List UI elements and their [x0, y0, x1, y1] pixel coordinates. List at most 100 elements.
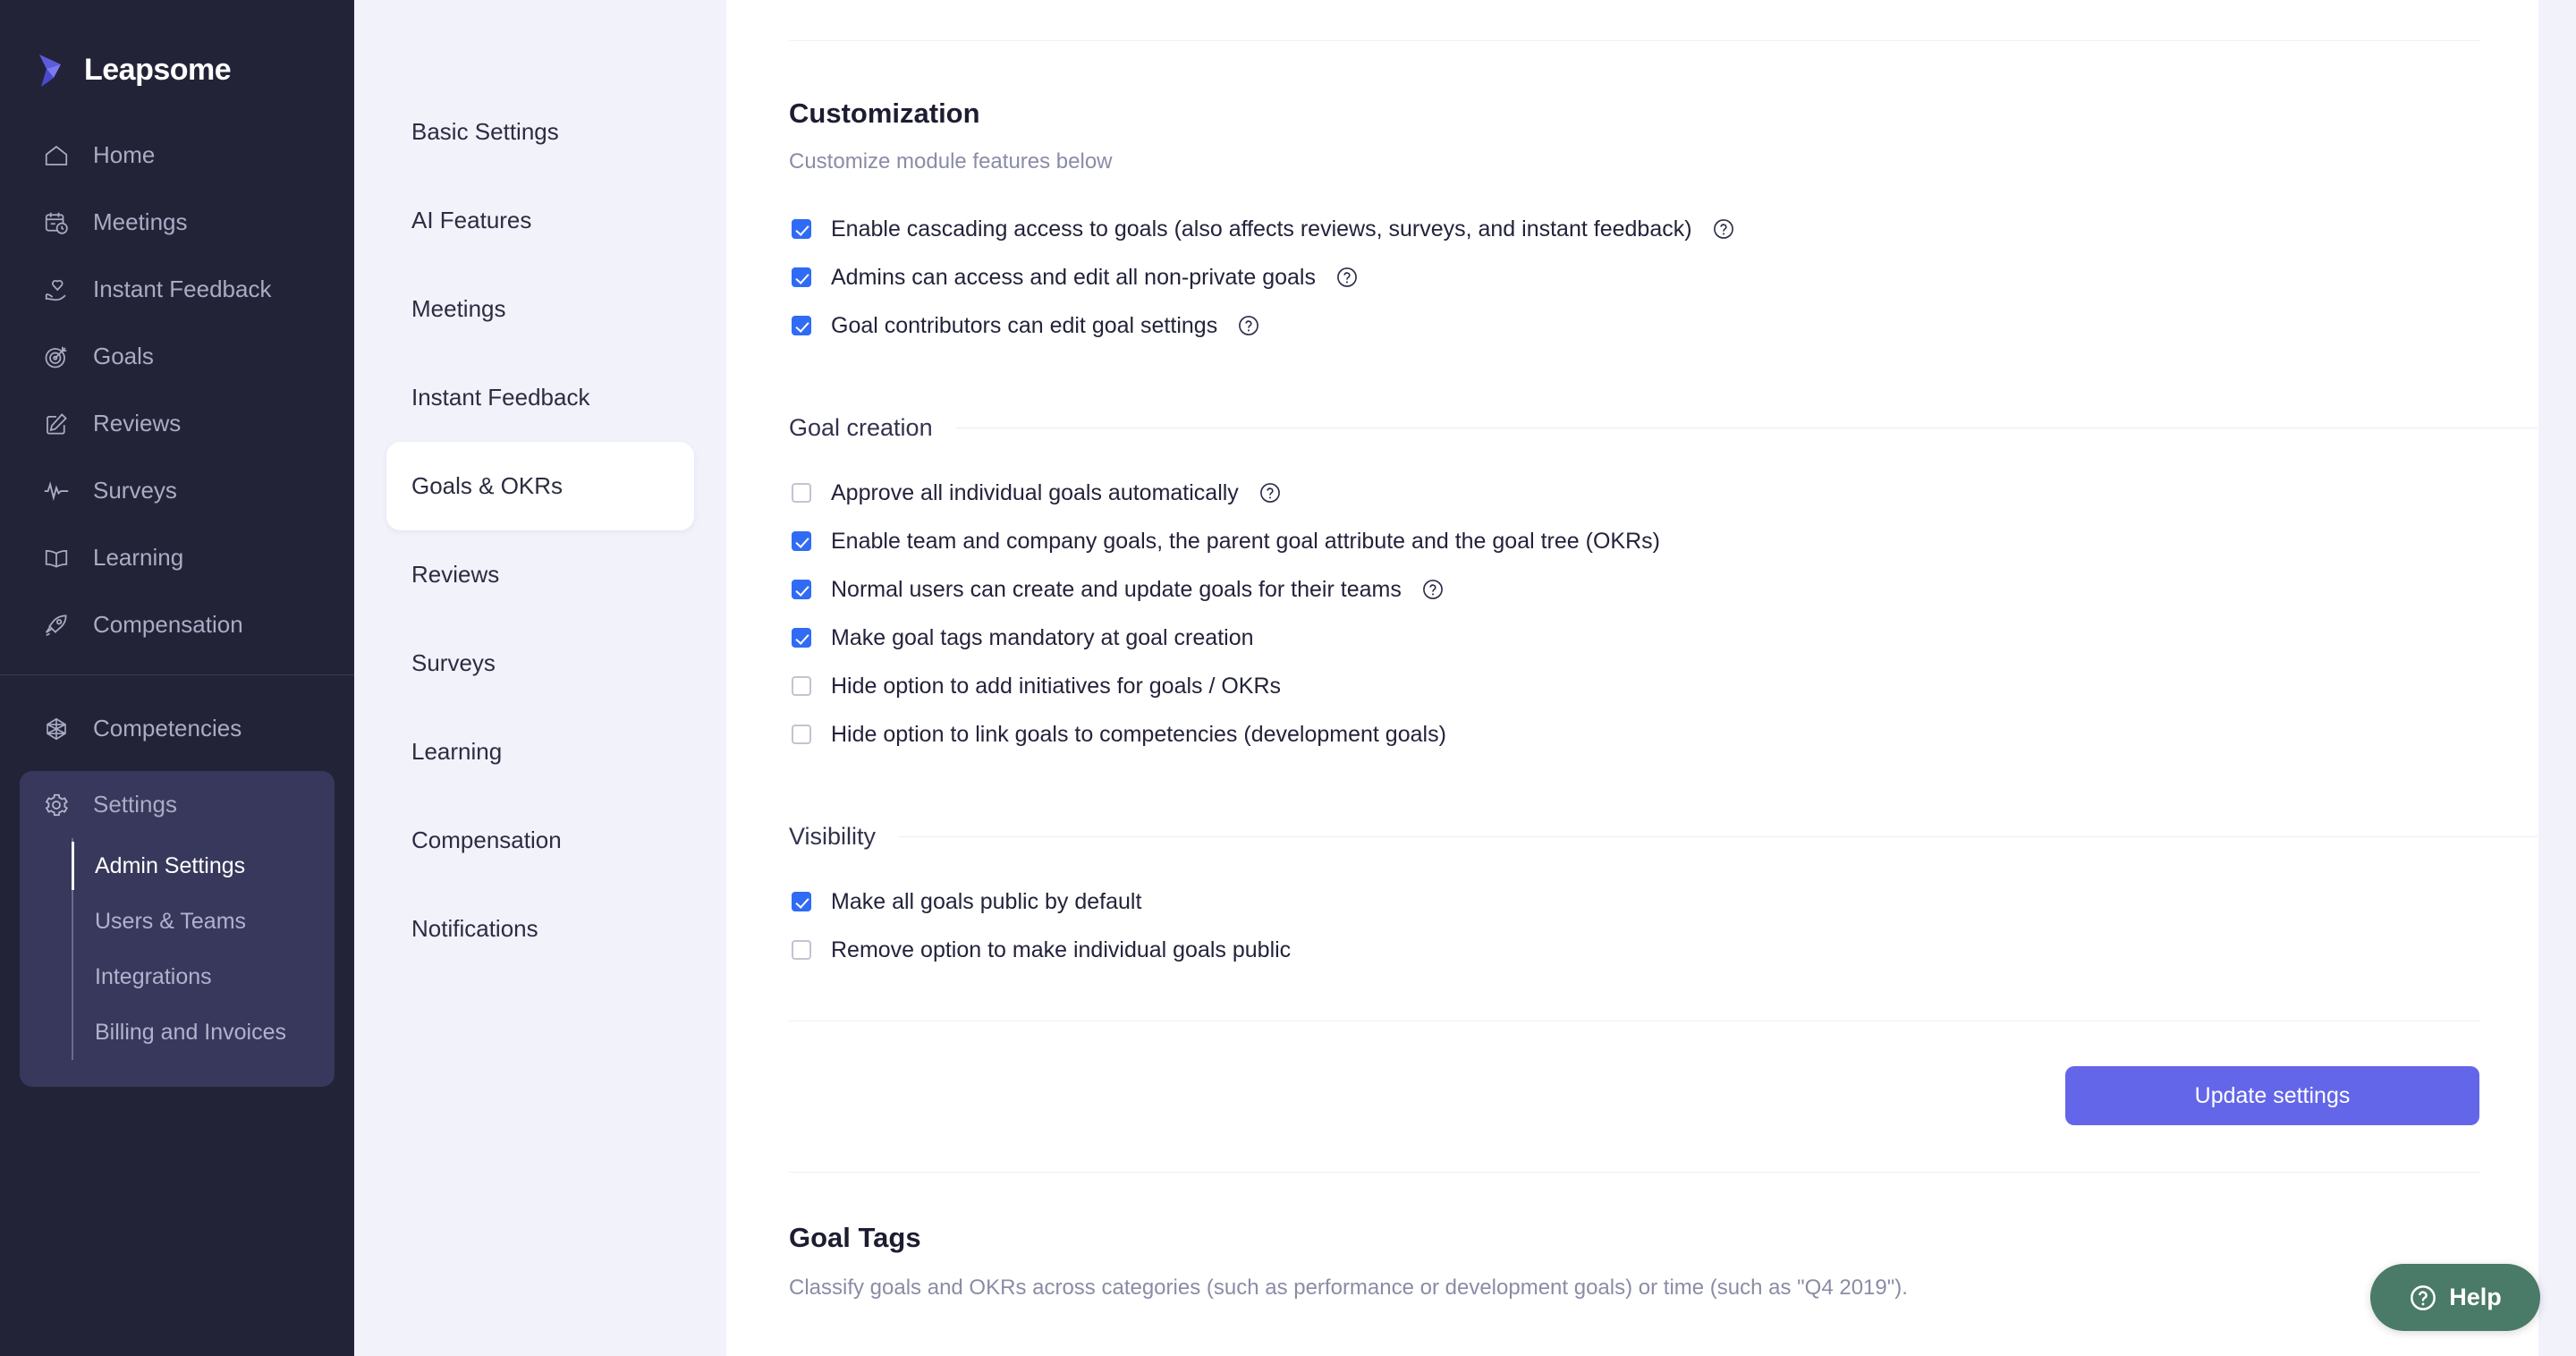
subnav-item-ai-features[interactable]: AI Features: [386, 176, 694, 265]
checkbox-goal-contributors-edit-settings[interactable]: [792, 316, 811, 335]
primary-nav-group: Home Meetings Instant Feedback Goals Rev…: [0, 100, 354, 658]
option-label[interactable]: Approve all individual goals automatical…: [831, 480, 1239, 506]
subnav-item-learning[interactable]: Learning: [386, 708, 694, 796]
help-circle-icon[interactable]: [1258, 481, 1282, 504]
goal-creation-header: Goal creation: [789, 414, 2538, 442]
subnav-item-label: Goals & OKRs: [411, 472, 564, 499]
option-label[interactable]: Enable cascading access to goals (also a…: [831, 216, 1692, 242]
sidebar-item-admin-settings[interactable]: Admin Settings: [72, 838, 335, 894]
help-button[interactable]: Help: [2370, 1264, 2540, 1331]
subnav-item-label: Reviews: [411, 561, 500, 588]
sidebar-settings-block: Settings Admin Settings Users & Teams In…: [20, 771, 335, 1087]
option-label[interactable]: Normal users can create and update goals…: [831, 577, 1402, 603]
edit-square-icon: [41, 409, 72, 439]
subnav-item-label: Learning: [411, 738, 503, 765]
subnav-item-basic-settings[interactable]: Basic Settings: [386, 88, 694, 176]
sidebar-item-label: Surveys: [93, 477, 177, 504]
checkbox-enable-cascading-access[interactable]: [792, 219, 811, 239]
sidebar-item-home[interactable]: Home: [0, 122, 354, 189]
option-row: Enable cascading access to goals (also a…: [789, 205, 2538, 253]
sidebar-item-instant-feedback[interactable]: Instant Feedback: [0, 256, 354, 323]
subnav-item-reviews[interactable]: Reviews: [386, 530, 694, 619]
option-row: Enable team and company goals, the paren…: [789, 517, 2538, 565]
option-label[interactable]: Goal contributors can edit goal settings: [831, 313, 1217, 339]
option-row: Hide option to add initiatives for goals…: [789, 662, 2538, 710]
sidebar-item-label: Home: [93, 141, 156, 168]
settings-subnav: Basic Settings AI Features Meetings Inst…: [354, 0, 726, 1356]
option-row: Admins can access and edit all non-priva…: [789, 253, 2538, 301]
option-label[interactable]: Make all goals public by default: [831, 889, 1141, 915]
secondary-nav-group: Competencies Settings Admin Settings Use…: [0, 675, 354, 1087]
option-label[interactable]: Remove option to make individual goals p…: [831, 937, 1291, 963]
checkbox-approve-all-individual-goals[interactable]: [792, 483, 811, 503]
subnav-item-label: Meetings: [411, 295, 506, 322]
rocket-icon: [41, 610, 72, 640]
checkbox-admins-access-non-private-goals[interactable]: [792, 267, 811, 287]
option-label[interactable]: Hide option to add initiatives for goals…: [831, 674, 1281, 699]
primary-sidebar: Leapsome Home Meetings Instant Feedback: [0, 0, 354, 1356]
settings-panel: Customization Customize module features …: [789, 40, 2538, 1301]
customization-options: Enable cascading access to goals (also a…: [789, 205, 2538, 350]
option-label[interactable]: Admins can access and edit all non-priva…: [831, 265, 1316, 291]
subnav-item-label: AI Features: [411, 207, 532, 233]
brand[interactable]: Leapsome: [0, 0, 354, 100]
subnav-item-meetings[interactable]: Meetings: [386, 265, 694, 353]
checkbox-remove-individual-public-option[interactable]: [792, 940, 811, 960]
sidebar-subitem-label: Admin Settings: [95, 852, 246, 878]
pulse-icon: [41, 476, 72, 506]
calendar-clock-icon: [41, 208, 72, 238]
update-settings-button[interactable]: Update settings: [2065, 1066, 2479, 1125]
leapsome-bird-logo-icon: [34, 51, 72, 89]
subnav-item-label: Compensation: [411, 826, 562, 853]
sidebar-subitem-label: Billing and Invoices: [95, 1019, 287, 1045]
goal-creation-options: Approve all individual goals automatical…: [789, 469, 2538, 759]
subnav-item-compensation[interactable]: Compensation: [386, 796, 694, 885]
help-circle-icon[interactable]: [1712, 217, 1735, 241]
sidebar-item-billing-and-invoices[interactable]: Billing and Invoices: [73, 1004, 335, 1060]
option-row: Goal contributors can edit goal settings: [789, 301, 2538, 350]
help-circle-icon[interactable]: [1237, 314, 1260, 337]
sidebar-item-reviews[interactable]: Reviews: [0, 390, 354, 457]
subnav-item-label: Notifications: [411, 915, 538, 942]
sidebar-item-integrations[interactable]: Integrations: [73, 949, 335, 1004]
option-label[interactable]: Make goal tags mandatory at goal creatio…: [831, 625, 1254, 651]
subnav-item-label: Basic Settings: [411, 118, 559, 145]
subnav-item-surveys[interactable]: Surveys: [386, 619, 694, 708]
actions-row: Update settings: [789, 1066, 2479, 1125]
sidebar-item-label: Meetings: [93, 208, 188, 235]
option-row: Hide option to link goals to competencie…: [789, 710, 2538, 759]
checkbox-make-all-goals-public[interactable]: [792, 892, 811, 911]
checkbox-hide-link-goals-competencies[interactable]: [792, 725, 811, 744]
sidebar-item-settings[interactable]: Settings: [20, 771, 335, 838]
option-label[interactable]: Hide option to link goals to competencie…: [831, 722, 1446, 748]
open-book-icon: [41, 543, 72, 573]
sidebar-item-competencies[interactable]: Competencies: [0, 695, 354, 762]
subnav-item-instant-feedback[interactable]: Instant Feedback: [386, 353, 694, 442]
checkbox-make-goal-tags-mandatory[interactable]: [792, 628, 811, 648]
sidebar-item-compensation[interactable]: Compensation: [0, 591, 354, 658]
checkbox-enable-team-company-goals[interactable]: [792, 531, 811, 551]
app-root: Leapsome Home Meetings Instant Feedback: [0, 0, 2576, 1356]
sidebar-item-users-teams[interactable]: Users & Teams: [73, 894, 335, 949]
customization-title: Customization: [789, 97, 980, 129]
option-label[interactable]: Enable team and company goals, the paren…: [831, 529, 1660, 555]
help-circle-icon[interactable]: [1335, 266, 1359, 289]
subnav-item-goals-okrs[interactable]: Goals & OKRs: [386, 442, 694, 530]
sidebar-item-goals[interactable]: Goals: [0, 323, 354, 390]
help-button-label: Help: [2449, 1284, 2502, 1310]
checkbox-normal-users-create-team-goals[interactable]: [792, 580, 811, 599]
option-row: Make goal tags mandatory at goal creatio…: [789, 614, 2538, 662]
sidebar-item-label: Learning: [93, 544, 184, 571]
checkbox-hide-initiatives-option[interactable]: [792, 676, 811, 696]
sidebar-item-meetings[interactable]: Meetings: [0, 189, 354, 256]
actions-bottom-divider: [789, 1172, 2479, 1173]
goal-tags-subtitle: Classify goals and OKRs across categorie…: [789, 1275, 1908, 1300]
main-content: Customization Customize module features …: [726, 0, 2576, 1356]
goal-creation-title: Goal creation: [789, 414, 933, 441]
sidebar-item-surveys[interactable]: Surveys: [0, 457, 354, 524]
subnav-item-label: Surveys: [411, 649, 496, 676]
help-circle-icon[interactable]: [1421, 578, 1445, 601]
subnav-item-notifications[interactable]: Notifications: [386, 885, 694, 973]
sidebar-subitem-label: Users & Teams: [95, 908, 247, 934]
sidebar-item-learning[interactable]: Learning: [0, 524, 354, 591]
